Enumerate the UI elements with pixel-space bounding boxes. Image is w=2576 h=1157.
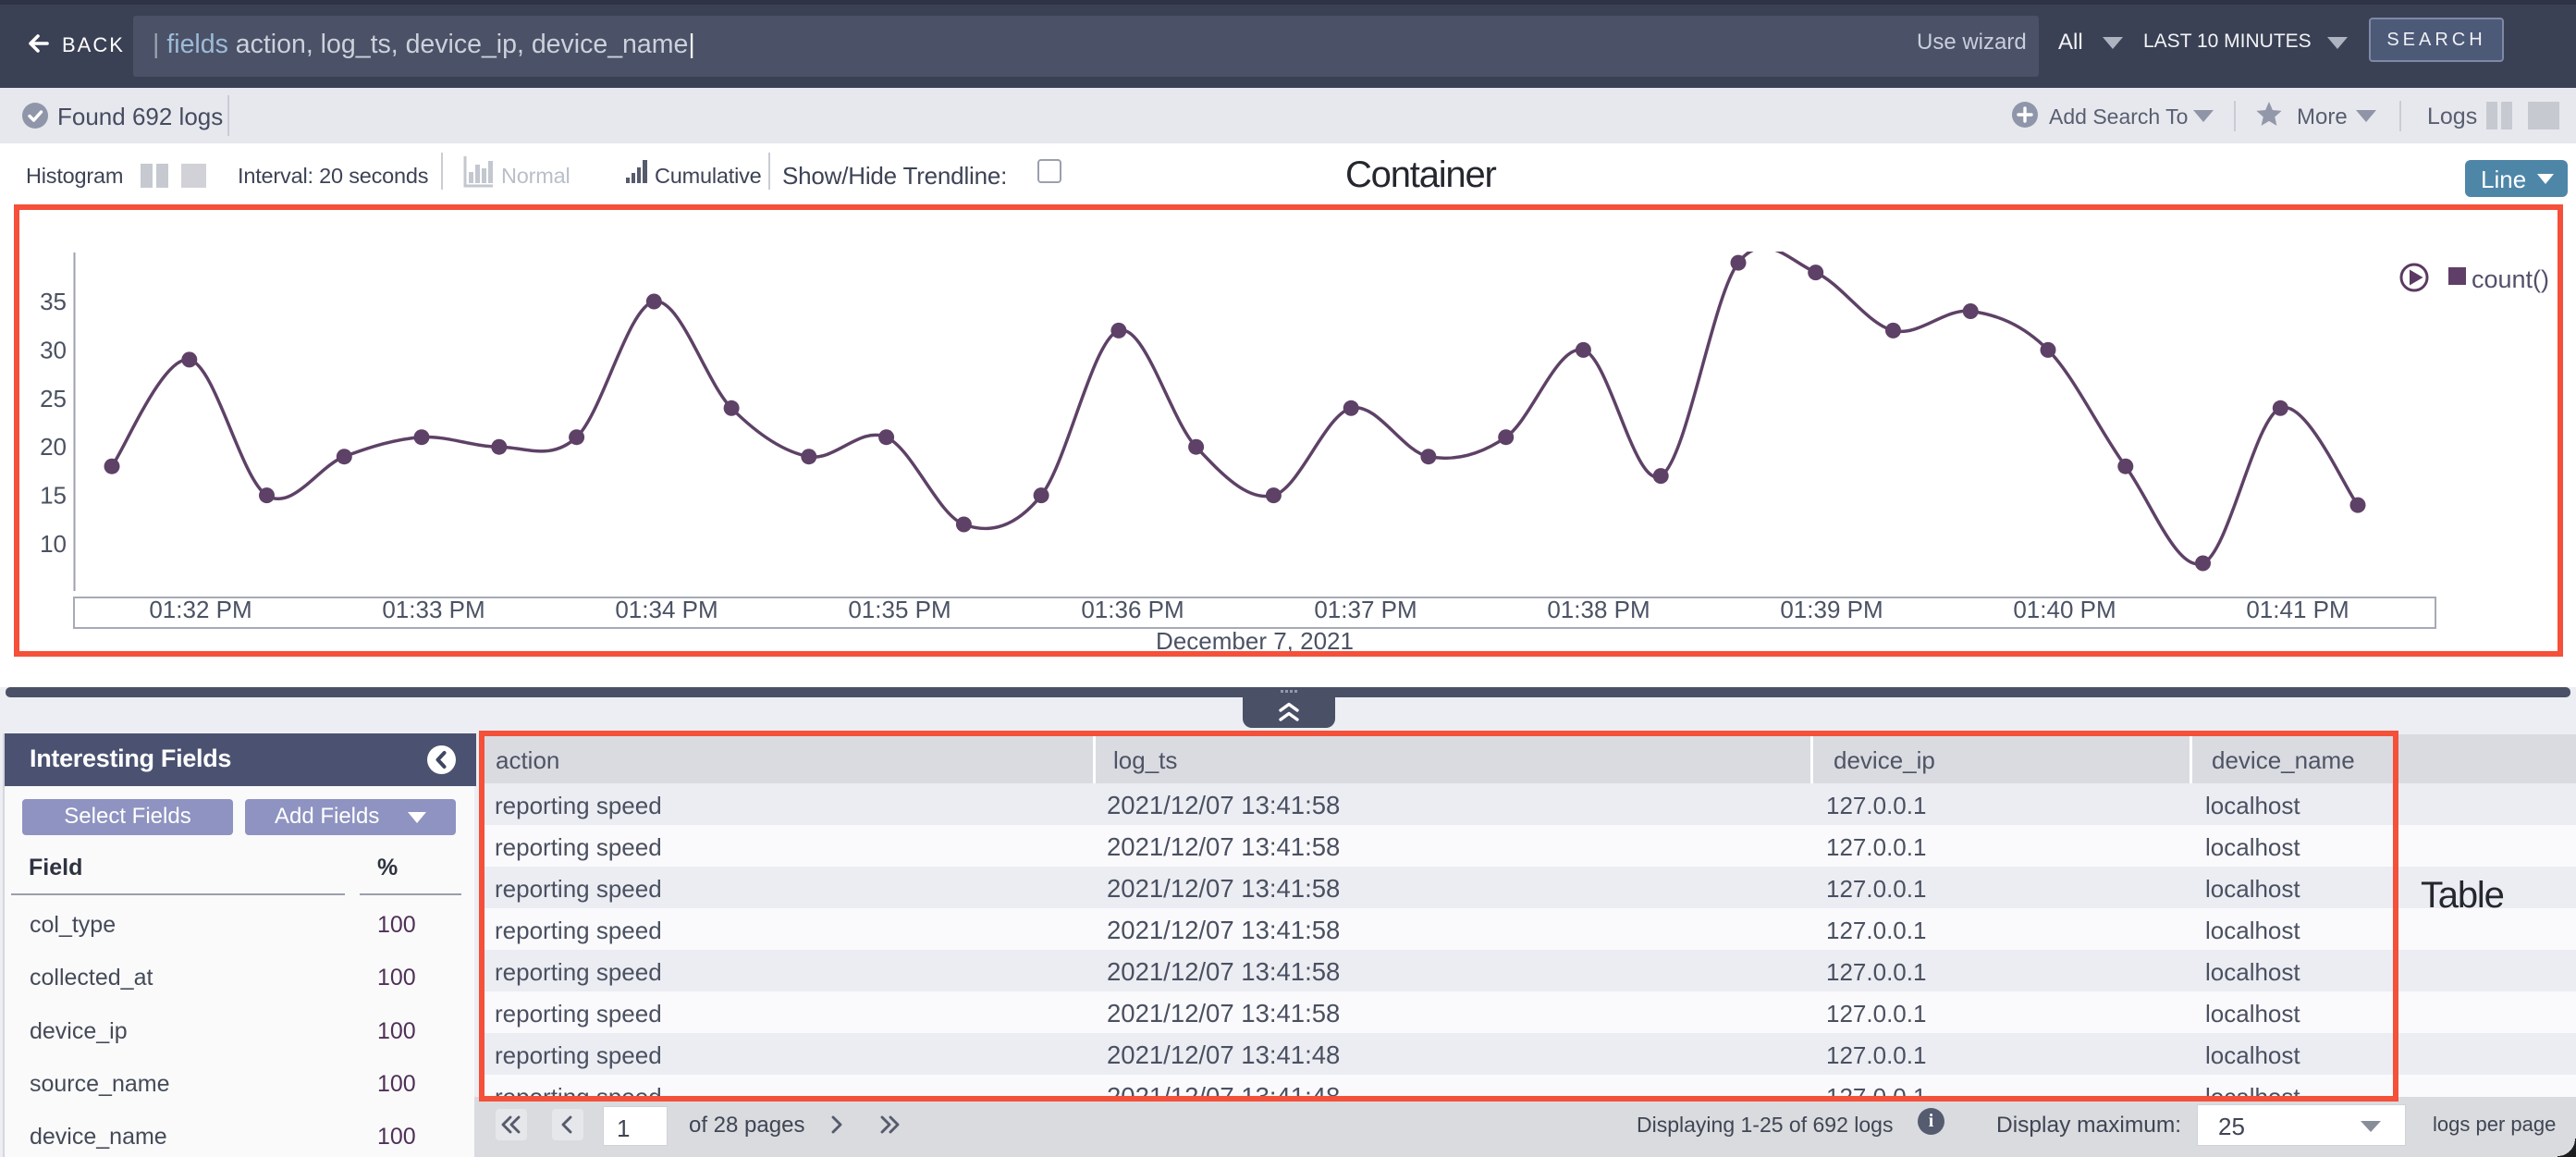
svg-text:01:33 PM: 01:33 PM	[382, 596, 485, 623]
svg-text:December 7, 2021: December 7, 2021	[1156, 627, 1354, 651]
svg-text:01:41 PM: 01:41 PM	[2246, 596, 2349, 623]
svg-text:01:32 PM: 01:32 PM	[149, 596, 251, 623]
svg-text:35: 35	[40, 288, 67, 315]
svg-text:10: 10	[40, 530, 67, 558]
svg-text:01:36 PM: 01:36 PM	[1081, 596, 1184, 623]
svg-text:25: 25	[40, 385, 67, 412]
svg-text:count(): count()	[2472, 265, 2549, 293]
svg-text:01:37 PM: 01:37 PM	[1314, 596, 1417, 623]
svg-text:01:35 PM: 01:35 PM	[848, 596, 951, 623]
svg-text:01:39 PM: 01:39 PM	[1780, 596, 1883, 623]
svg-text:15: 15	[40, 482, 67, 510]
svg-text:01:38 PM: 01:38 PM	[1547, 596, 1650, 623]
svg-text:01:40 PM: 01:40 PM	[2013, 596, 2116, 623]
svg-text:30: 30	[40, 336, 67, 363]
svg-text:20: 20	[40, 433, 67, 461]
svg-text:01:34 PM: 01:34 PM	[615, 596, 718, 623]
